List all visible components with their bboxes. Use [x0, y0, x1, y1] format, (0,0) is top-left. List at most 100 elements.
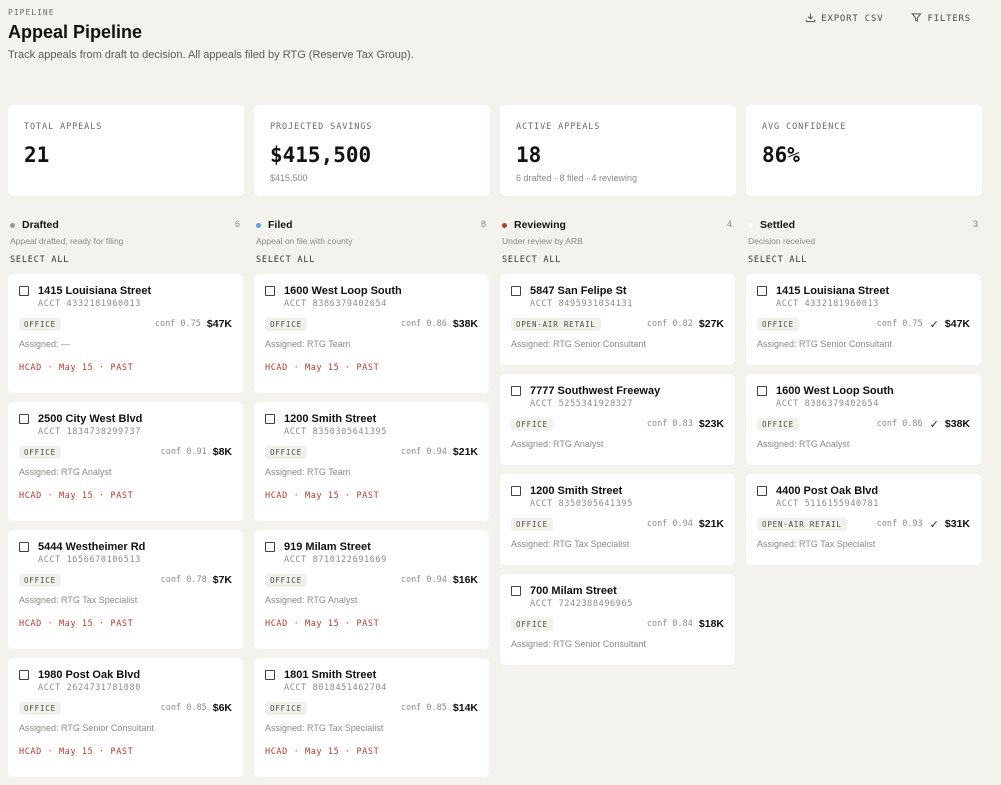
property-address: 5444 Westheimer Rd	[38, 541, 146, 553]
column-drafted: Drafted 6 Appeal drafted, ready for fili…	[8, 218, 243, 777]
confidence-value: conf 0.75	[876, 319, 923, 329]
column-header: Settled 3	[746, 218, 981, 232]
property-address: 1200 Smith Street	[530, 485, 623, 497]
account-number: ACCT 1834738299737	[38, 427, 141, 437]
property-type-badge: OFFICE	[265, 573, 307, 587]
card-list: 1415 Louisiana Street ACCT 4332181960013…	[8, 274, 243, 777]
property-type-badge: OPEN-AIR RETAIL	[757, 517, 847, 531]
savings-amount: $27K	[698, 318, 724, 330]
stat-label: TOTAL APPEALS	[24, 122, 103, 132]
account-number: ACCT 7242388496965	[530, 599, 633, 609]
column-count: 6	[234, 219, 240, 229]
select-all-button[interactable]: SELECT ALL	[748, 255, 807, 265]
confidence-value: conf 0.94	[400, 575, 447, 585]
card-checkbox[interactable]	[511, 586, 521, 596]
savings-amount: $47K	[944, 318, 970, 330]
account-number: ACCT 4332181960013	[38, 299, 141, 309]
page-eyebrow: PIPELINE	[8, 8, 55, 17]
appeal-card[interactable]: 4400 Post Oak Blvd ACCT 5116155940781 OP…	[746, 474, 981, 565]
property-type-badge: OFFICE	[757, 317, 799, 331]
appeal-card[interactable]: 1415 Louisiana Street ACCT 4332181960013…	[746, 274, 981, 365]
appeal-card[interactable]: 1980 Post Oak Blvd ACCT 2624731781080 OF…	[8, 658, 243, 777]
column-description: Decision received	[748, 236, 816, 246]
appeal-card[interactable]: 2500 City West Blvd ACCT 1834738299737 O…	[8, 402, 243, 521]
select-all-button[interactable]: SELECT ALL	[256, 255, 315, 265]
confidence-value: conf 0.94	[400, 447, 447, 457]
appeal-card[interactable]: 5847 San Felipe St ACCT 8495931034131 OP…	[500, 274, 735, 365]
card-checkbox[interactable]	[757, 286, 767, 296]
property-type-badge: OFFICE	[265, 701, 307, 715]
appeal-card[interactable]: 1415 Louisiana Street ACCT 4332181960013…	[8, 274, 243, 393]
card-checkbox[interactable]	[265, 414, 275, 424]
stat-avg-confidence: AVG CONFIDENCE 86%	[746, 105, 982, 196]
property-type-badge: OFFICE	[511, 617, 553, 631]
savings-amount: $21K	[452, 446, 478, 458]
property-type-badge: OFFICE	[19, 701, 61, 715]
account-number: ACCT 1656670106513	[38, 555, 141, 565]
select-all-button[interactable]: SELECT ALL	[502, 255, 561, 265]
card-checkbox[interactable]	[19, 542, 29, 552]
assigned-to: Assigned: RTG Analyst	[19, 467, 112, 477]
confidence-value: conf 0.93	[876, 519, 923, 529]
property-type-badge: OFFICE	[265, 445, 307, 459]
assigned-to: Assigned: RTG Senior Consultant	[757, 339, 892, 349]
card-header: 7777 Southwest Freeway	[511, 385, 724, 397]
column-count: 3	[972, 219, 978, 229]
appeal-card[interactable]: 1600 West Loop South ACCT 8386379402654 …	[746, 374, 981, 465]
account-number: ACCT 8386379402654	[776, 399, 879, 409]
hcad-deadline: HCAD · May 15 · PAST	[265, 747, 380, 757]
select-all-button[interactable]: SELECT ALL	[10, 255, 69, 265]
export-csv-button[interactable]: EXPORT CSV	[805, 12, 883, 26]
property-type-badge: OFFICE	[19, 445, 61, 459]
property-address: 5847 San Felipe St	[530, 285, 627, 297]
appeal-card[interactable]: 1200 Smith Street ACCT 8350305641395 OFF…	[254, 402, 489, 521]
card-checkbox[interactable]	[19, 286, 29, 296]
appeal-card[interactable]: 700 Milam Street ACCT 7242388496965 OFFI…	[500, 574, 735, 665]
account-number: ACCT 2624731781080	[38, 683, 141, 693]
property-address: 1600 West Loop South	[776, 385, 894, 397]
card-checkbox[interactable]	[19, 414, 29, 424]
appeal-card[interactable]: 1200 Smith Street ACCT 8350305641395 OFF…	[500, 474, 735, 565]
card-metrics: OFFICE conf 0.83 $23K	[511, 417, 724, 431]
card-checkbox[interactable]	[511, 386, 521, 396]
column-description: Under review by ARB	[502, 236, 583, 246]
hcad-deadline: HCAD · May 15 · PAST	[19, 619, 134, 629]
card-checkbox[interactable]	[511, 286, 521, 296]
column-title: Reviewing	[514, 219, 566, 231]
stat-label: AVG CONFIDENCE	[762, 122, 847, 132]
card-checkbox[interactable]	[19, 670, 29, 680]
appeal-card[interactable]: 1801 Smith Street ACCT 8018451462704 OFF…	[254, 658, 489, 777]
column-count: 8	[480, 219, 486, 229]
card-checkbox[interactable]	[265, 542, 275, 552]
confidence-value: conf 0.86	[876, 419, 923, 429]
card-checkbox[interactable]	[757, 486, 767, 496]
column-header: Filed 8	[254, 218, 489, 232]
savings-amount: $31K	[944, 518, 970, 530]
account-number: ACCT 8710122691669	[284, 555, 387, 565]
card-header: 700 Milam Street	[511, 585, 724, 597]
card-header: 2500 City West Blvd	[19, 413, 232, 425]
confidence-value: conf 0.85	[160, 703, 207, 713]
card-metrics: OFFICE conf 0.94 $21K	[265, 445, 478, 459]
savings-amount: $18K	[698, 618, 724, 630]
property-address: 1200 Smith Street	[284, 413, 377, 425]
card-header: 5847 San Felipe St	[511, 285, 724, 297]
status-dot-icon	[502, 222, 507, 228]
card-metrics: OFFICE conf 0.78 $7K	[19, 573, 232, 587]
card-checkbox[interactable]	[511, 486, 521, 496]
card-metrics: OFFICE conf 0.85 $6K	[19, 701, 232, 715]
card-checkbox[interactable]	[265, 286, 275, 296]
savings-amount: $8K	[212, 446, 232, 458]
appeal-card[interactable]: 1600 West Loop South ACCT 8386379402654 …	[254, 274, 489, 393]
assigned-to: Assigned: RTG Senior Consultant	[511, 339, 646, 349]
card-header: 1415 Louisiana Street	[757, 285, 970, 297]
stat-active-appeals: ACTIVE APPEALS 18 6 drafted · 8 filed · …	[500, 105, 736, 196]
card-checkbox[interactable]	[757, 386, 767, 396]
stat-value: 21	[24, 143, 50, 167]
appeal-card[interactable]: 5444 Westheimer Rd ACCT 1656670106513 OF…	[8, 530, 243, 649]
appeal-card[interactable]: 919 Milam Street ACCT 8710122691669 OFFI…	[254, 530, 489, 649]
card-checkbox[interactable]	[265, 670, 275, 680]
appeal-card[interactable]: 7777 Southwest Freeway ACCT 525534192832…	[500, 374, 735, 465]
filters-button[interactable]: FILTERS	[911, 12, 971, 26]
stat-sub: $415,500	[270, 173, 308, 183]
